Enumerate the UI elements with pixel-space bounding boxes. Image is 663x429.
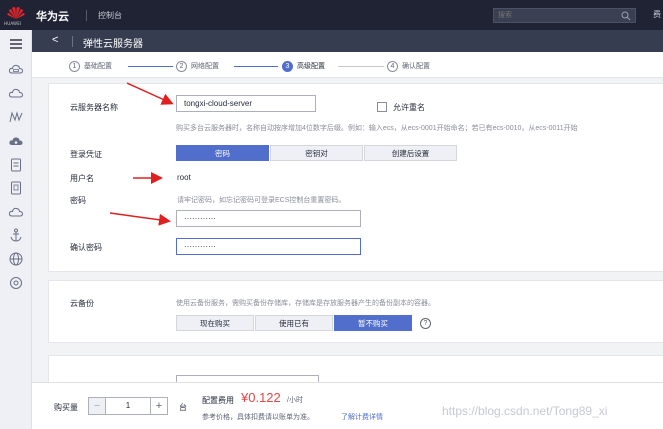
cloud-network-icon[interactable]: [8, 204, 24, 220]
logo-text: HUAWEI: [4, 21, 22, 26]
backup-hint: 使用云备份服务，需购买备份存储库，存储库是存放服务器产生的备份副本的容器。: [176, 300, 435, 307]
step-2[interactable]: 2 网络配置: [176, 60, 219, 72]
step-label: 高级配置: [297, 63, 325, 70]
storage-icon[interactable]: [8, 133, 24, 149]
step-number: 4: [387, 60, 398, 72]
top-nav-bar: HUAWEI 华为云 控制台 费: [0, 0, 663, 30]
sidebar: [0, 30, 32, 429]
cloud-icon[interactable]: [8, 85, 24, 101]
globe-icon[interactable]: [8, 251, 24, 267]
menu-icon[interactable]: [8, 36, 24, 52]
server-settings-card: 云服务器名称 允许重名 购买多台云服务器时，名称自动按序增加4位数字后缀。例如：…: [48, 83, 663, 272]
tab-password[interactable]: 密码: [176, 145, 269, 161]
step-label: 基础配置: [84, 63, 112, 70]
step-number: 3: [282, 60, 293, 72]
page-title: 弹性云服务器: [83, 39, 143, 50]
fee-note: 参考价格，具体扣费请以账单为准。: [202, 414, 314, 421]
fee-unit: /小时: [287, 397, 303, 404]
fee-menu[interactable]: 费: [653, 9, 661, 20]
database-icon[interactable]: [8, 157, 24, 173]
step-4[interactable]: 4 确认配置: [387, 60, 430, 72]
step-1[interactable]: 1 基础配置: [69, 60, 112, 72]
settings-icon[interactable]: [8, 275, 24, 291]
chart-icon[interactable]: [8, 109, 24, 125]
decrement-button[interactable]: −: [88, 397, 106, 415]
step-3[interactable]: 3 高级配置: [282, 60, 325, 72]
help-icon[interactable]: ?: [420, 318, 431, 329]
backup-label: 云备份: [70, 299, 94, 308]
server-name-hint: 购买多台云服务器时，名称自动按序增加4位数字后缀。例如：输入ecs，从ecs-0…: [176, 125, 578, 132]
confirm-password-label: 确认密码: [70, 243, 102, 252]
tab-keypair[interactable]: 密钥对: [270, 145, 363, 161]
anchor-icon[interactable]: [8, 227, 24, 243]
allow-duplicate-label: 允许重名: [393, 103, 425, 112]
divider: [72, 36, 73, 47]
brand-name[interactable]: 华为云: [36, 8, 69, 24]
search-icon[interactable]: [621, 11, 631, 21]
password-input[interactable]: [176, 210, 361, 227]
step-connector: [128, 66, 173, 67]
allow-duplicate-checkbox[interactable]: [377, 102, 387, 112]
search-box[interactable]: [493, 8, 636, 23]
divider: [86, 10, 87, 21]
console-link[interactable]: 控制台: [98, 10, 122, 21]
backup-card: 云备份 使用云备份服务，需购买备份存储库，存储库是存放服务器产生的备份副本的容器…: [48, 280, 663, 343]
password-hint: 请牢记密码，如忘记密码可登录ECS控制台重置密码。: [177, 197, 346, 204]
tab-use-existing[interactable]: 使用已有: [255, 315, 333, 331]
step-number: 1: [69, 60, 80, 72]
backup-tabs: 现在购买 使用已有 暂不购买: [176, 315, 413, 331]
step-connector: [234, 66, 278, 67]
fee-value: ¥0.122: [241, 390, 281, 405]
quantity-label: 购买量: [54, 403, 78, 412]
step-number: 2: [176, 60, 187, 72]
tab-no-purchase[interactable]: 暂不购买: [334, 315, 412, 331]
confirm-password-input[interactable]: [176, 238, 361, 255]
billing-details-link[interactable]: 了解计费详情: [341, 412, 383, 422]
server-name-label: 云服务器名称: [70, 103, 118, 112]
wizard-steps: 1 基础配置 2 网络配置 3 高级配置 4 确认配置: [32, 52, 663, 78]
username-label: 用户名: [70, 174, 94, 183]
purchase-footer: 购买量 − 1 + 台 配置费用 ¥0.122 /小时 参考价格，具体扣费请以账…: [32, 382, 663, 429]
fee-label: 配置费用: [202, 396, 234, 405]
username-value: root: [177, 173, 191, 182]
container-icon[interactable]: [8, 180, 24, 196]
watermark: https://blog.csdn.net/Tong89_xi: [442, 404, 608, 418]
increment-button[interactable]: +: [150, 397, 168, 415]
page-header: < 弹性云服务器: [32, 30, 663, 52]
tab-set-later[interactable]: 创建后设置: [364, 145, 457, 161]
quantity-stepper: − 1 +: [88, 397, 168, 415]
quantity-unit: 台: [179, 403, 187, 412]
password-label: 密码: [70, 196, 86, 205]
quantity-value[interactable]: 1: [106, 397, 150, 415]
step-label: 网络配置: [191, 63, 219, 70]
search-input[interactable]: [498, 10, 616, 21]
step-connector: [338, 66, 384, 67]
back-button[interactable]: <: [52, 34, 64, 48]
cloud-server-icon[interactable]: [8, 62, 24, 78]
tab-buy-now[interactable]: 现在购买: [176, 315, 254, 331]
credential-tabs: 密码 密钥对 创建后设置: [176, 145, 458, 161]
server-name-input[interactable]: [176, 95, 316, 112]
step-label: 确认配置: [402, 63, 430, 70]
credential-label: 登录凭证: [70, 150, 102, 159]
